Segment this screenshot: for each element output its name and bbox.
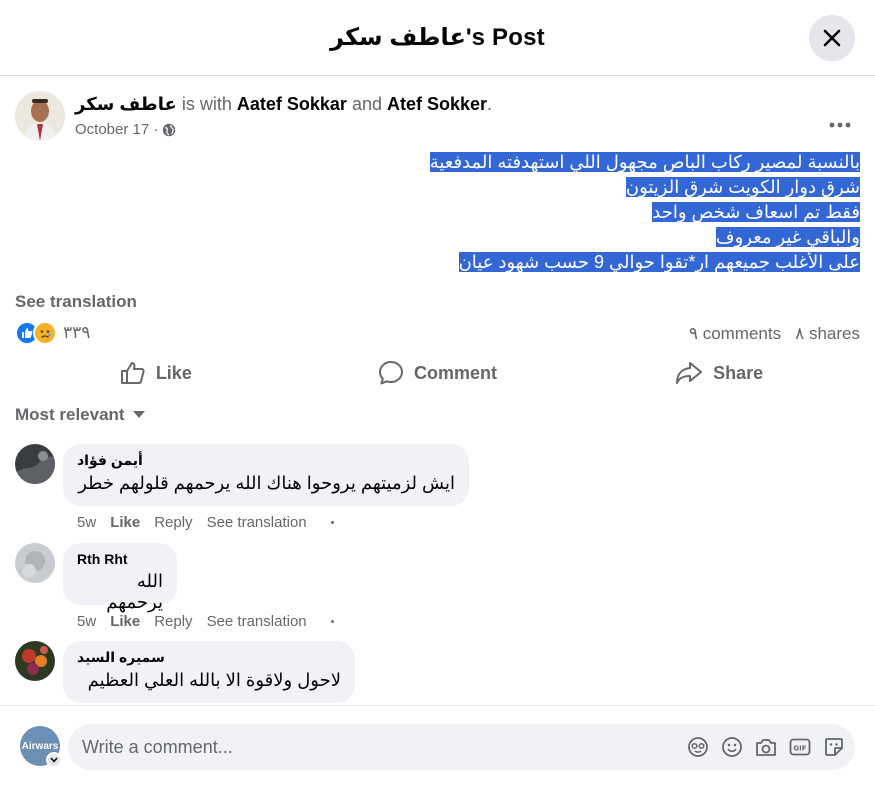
svg-text:GIF: GIF xyxy=(793,745,806,753)
post-text-line: فقط تم اسعاف شخص واحد xyxy=(652,202,860,222)
share-arrow-icon xyxy=(676,362,703,384)
comment-button[interactable]: Comment xyxy=(297,355,579,391)
see-translation-link[interactable]: See translation xyxy=(15,292,137,312)
dialog-title: عاطف سكر's Post xyxy=(330,24,545,51)
avatar-sticker-icon xyxy=(688,737,708,757)
post-options-button[interactable] xyxy=(820,105,860,145)
commenter-avatar[interactable] xyxy=(15,444,55,484)
commenter-avatar[interactable] xyxy=(15,641,55,681)
comment-bubble: Rth Rht الله يرحمهم xyxy=(63,543,177,612)
gif-button[interactable]: GIF xyxy=(789,735,811,759)
comment-time[interactable]: 5w xyxy=(77,514,96,531)
comment-meta: 5w Like Reply See translation • xyxy=(77,613,335,630)
close-button[interactable] xyxy=(809,15,855,61)
sticker-icon xyxy=(825,738,843,756)
person-photo-icon xyxy=(15,91,65,141)
comment-input-wrapper: GIF xyxy=(68,724,855,770)
post-text-line: شرق دوار الكويت شرق الزيتون xyxy=(625,177,860,197)
comment-composer: Airwars GIF xyxy=(0,705,875,789)
post-text-line: بالنسبة لمصير ركاب الباص مجهول اللي استه… xyxy=(429,152,860,172)
gif-icon: GIF xyxy=(789,738,811,756)
comment-like-button[interactable]: Like xyxy=(110,514,140,531)
comment-like-button[interactable]: Like xyxy=(110,613,140,630)
dark-photo-icon xyxy=(15,444,55,484)
comment-sort-dropdown[interactable]: Most relevant xyxy=(15,405,145,425)
post-dialog-header: عاطف سكر's Post xyxy=(0,0,875,76)
composer-tools: GIF xyxy=(687,735,845,759)
post-date-line: October 17 · xyxy=(75,121,176,138)
post-scroll-area[interactable]: عاطف سكر is with Aatef Sokkar and Atef S… xyxy=(0,77,875,705)
post-header: عاطف سكر is with Aatef Sokkar and Atef S… xyxy=(15,91,860,141)
comment-time[interactable]: 5w xyxy=(77,613,96,630)
camera-icon xyxy=(756,739,776,756)
reactions-summary[interactable]: ٣٣٩ xyxy=(15,321,90,345)
shares-count[interactable]: ٨ shares xyxy=(795,324,860,344)
post-text-line: على الأغلب جميعهم ار*تقوا حوالي 9 حسب شه… xyxy=(458,252,860,272)
emoji-button[interactable] xyxy=(721,735,743,759)
author-line: عاطف سكر is with Aatef Sokkar and Atef S… xyxy=(75,94,492,115)
sad-reaction-icon xyxy=(33,321,57,345)
comment-translate-link[interactable]: See translation xyxy=(207,613,307,630)
author-name[interactable]: عاطف سكر xyxy=(75,94,177,114)
meta-dot: • xyxy=(330,516,335,529)
post-stats: ٣٣٩ ٩ comments ٨ shares xyxy=(15,321,860,349)
comment-bubble-icon xyxy=(379,361,403,385)
chevron-down-icon xyxy=(50,757,58,763)
comment-label: Comment xyxy=(414,362,498,383)
and-text: and xyxy=(351,94,382,114)
comment-text: لاحول ولاقوة الا بالله العلي العظيم xyxy=(87,670,341,690)
tagged-user-2[interactable]: Atef Sokker xyxy=(387,94,487,114)
flowers-photo-icon xyxy=(15,641,55,681)
engagement-counts: ٩ comments ٨ shares xyxy=(689,324,860,344)
commenter-name[interactable]: Rth Rht xyxy=(77,551,163,567)
comment-meta: 5w Like Reply See translation • xyxy=(77,514,335,531)
comment-text: ايش لزميتهم يروحوا هناك الله يرحمهم قلول… xyxy=(78,473,455,493)
like-label: Like xyxy=(155,362,192,383)
with-text: is with xyxy=(181,94,232,114)
comment-input[interactable] xyxy=(82,724,662,770)
post-date[interactable]: October 17 · xyxy=(75,121,158,138)
emoji-icon xyxy=(722,737,742,757)
avatar-sticker-button[interactable] xyxy=(687,735,709,759)
globe-icon xyxy=(163,123,176,136)
comment-bubble: أيمن فؤاد ايش لزميتهم يروحوا هناك الله ي… xyxy=(63,444,469,506)
commenter-avatar[interactable] xyxy=(15,543,55,583)
profile-switch-button[interactable] xyxy=(46,752,62,768)
comment-reply-button[interactable]: Reply xyxy=(154,514,192,531)
author-avatar[interactable] xyxy=(15,91,65,141)
post-body: بالنسبة لمصير ركاب الباص مجهول اللي استه… xyxy=(260,150,860,275)
like-button[interactable]: Like xyxy=(15,355,297,391)
post-actions: Like Comment Share xyxy=(15,355,860,391)
grey-photo-icon xyxy=(15,543,55,583)
sort-label: Most relevant xyxy=(15,405,125,424)
sticker-button[interactable] xyxy=(823,735,845,759)
share-label: Share xyxy=(713,362,764,383)
comment-reply-button[interactable]: Reply xyxy=(154,613,192,630)
comment-text: الله يرحمهم xyxy=(106,571,163,612)
commenter-name[interactable]: أيمن فؤاد xyxy=(77,452,455,469)
comment-translate-link[interactable]: See translation xyxy=(207,514,307,531)
photo-button[interactable] xyxy=(755,735,777,759)
comments-count[interactable]: ٩ comments xyxy=(689,324,781,344)
close-icon xyxy=(823,29,841,47)
comment-bubble: سميره السيد لاحول ولاقوة الا بالله العلي… xyxy=(63,641,355,703)
commenter-name[interactable]: سميره السيد xyxy=(77,649,341,666)
meta-dot: • xyxy=(330,615,335,628)
share-button[interactable]: Share xyxy=(578,355,860,391)
caret-down-icon xyxy=(132,411,145,418)
reaction-count: ٣٣٩ xyxy=(63,323,91,342)
post-text-line: والباقي غير معروف xyxy=(715,227,860,247)
tag-end: . xyxy=(487,94,493,114)
thumbs-up-icon xyxy=(120,362,145,384)
tagged-user-1[interactable]: Aatef Sokkar xyxy=(237,94,347,114)
more-dots-icon xyxy=(829,122,851,128)
